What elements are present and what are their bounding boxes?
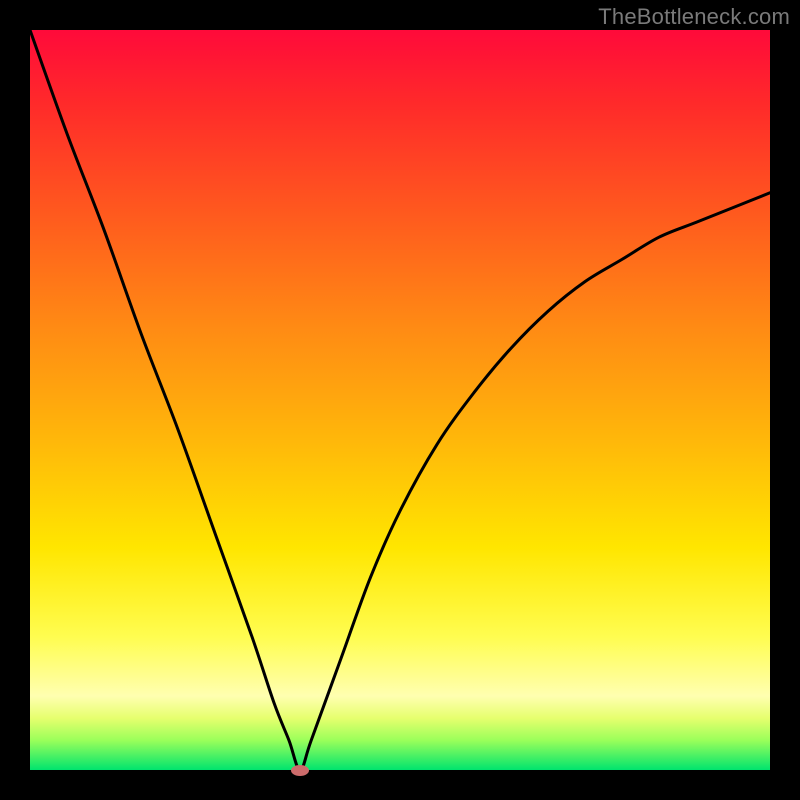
curve-svg <box>30 30 770 770</box>
optimum-marker <box>291 765 309 776</box>
attribution-label: TheBottleneck.com <box>598 4 790 30</box>
chart-frame: TheBottleneck.com <box>0 0 800 800</box>
plot-area <box>30 30 770 770</box>
bottleneck-curve <box>30 30 770 770</box>
